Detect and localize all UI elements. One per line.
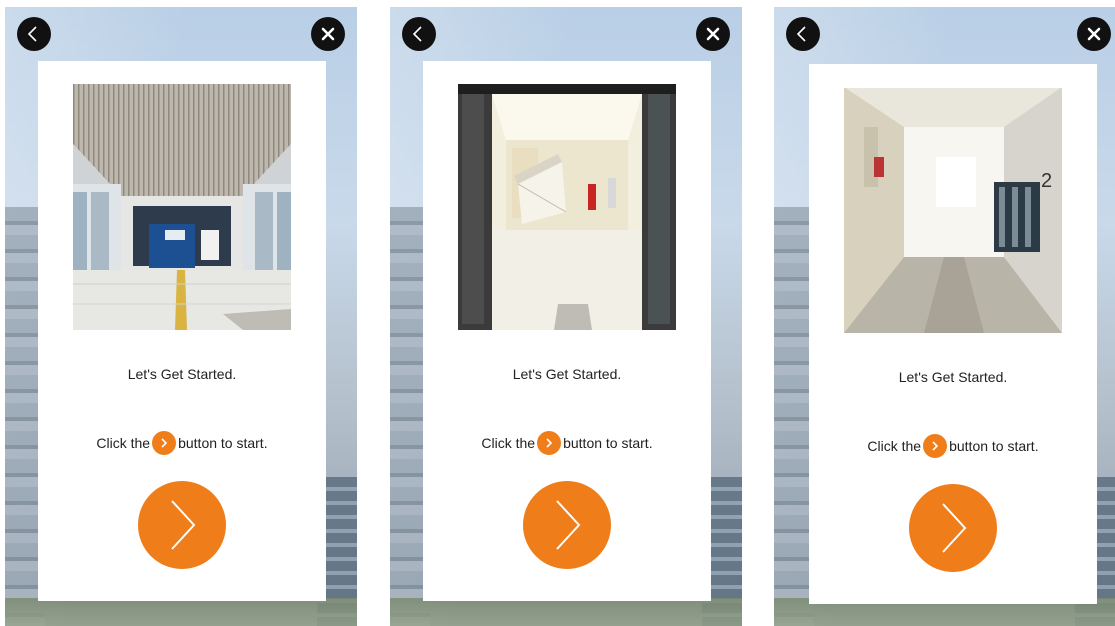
- app-screen-1: Let's Get Started. Click the button to s…: [5, 7, 357, 626]
- back-button[interactable]: [786, 17, 820, 51]
- start-button[interactable]: [523, 481, 611, 569]
- back-button[interactable]: [17, 17, 51, 51]
- instruction-prefix: Click the: [867, 438, 922, 454]
- location-photo-corridor: 2: [844, 87, 1062, 333]
- back-chevron-icon: [27, 26, 37, 42]
- lobby-photo: [73, 84, 291, 330]
- elevator-photo: [458, 84, 676, 330]
- location-photo-lobby: [73, 84, 291, 330]
- inline-next-icon: [152, 431, 177, 455]
- inline-next-icon: [923, 434, 948, 458]
- svg-text:2: 2: [1041, 170, 1052, 192]
- close-button[interactable]: [311, 17, 345, 51]
- chevron-right-icon: [942, 503, 967, 553]
- instruction-suffix: button to start.: [178, 435, 268, 451]
- chevron-right-icon: [171, 500, 196, 550]
- instruction-prefix: Click the: [481, 435, 536, 451]
- close-x-icon: [321, 27, 335, 41]
- intro-card: Let's Get Started. Click the button to s…: [423, 61, 711, 601]
- instruction-text: Click the button to start.: [423, 431, 711, 455]
- app-screen-3: 2 Let's Get Started. Click the button to…: [774, 7, 1115, 626]
- card-title: Let's Get Started.: [898, 369, 1008, 385]
- instruction-suffix: button to start.: [949, 438, 1039, 454]
- app-screen-2: Let's Get Started. Click the button to s…: [390, 7, 742, 626]
- start-button[interactable]: [909, 484, 997, 572]
- intro-card: Let's Get Started. Click the button to s…: [38, 61, 326, 601]
- background-ground: [5, 598, 357, 626]
- start-button[interactable]: [138, 481, 226, 569]
- back-chevron-icon: [796, 26, 806, 42]
- instruction-suffix: button to start.: [563, 435, 653, 451]
- corridor-photo: 2: [844, 87, 1062, 333]
- back-chevron-icon: [412, 26, 422, 42]
- close-button[interactable]: [1077, 17, 1111, 51]
- instruction-text: Click the button to start.: [809, 434, 1097, 458]
- close-button[interactable]: [696, 17, 730, 51]
- close-x-icon: [706, 27, 720, 41]
- location-photo-elevator: [458, 84, 676, 330]
- intro-card: 2 Let's Get Started. Click the button to…: [809, 64, 1097, 604]
- close-x-icon: [1087, 27, 1101, 41]
- instruction-text: Click the button to start.: [38, 431, 326, 455]
- instruction-prefix: Click the: [96, 435, 151, 451]
- background-ground: [390, 598, 742, 626]
- background-building-left: [774, 207, 814, 626]
- chevron-right-icon: [556, 500, 581, 550]
- card-title: Let's Get Started.: [512, 366, 622, 382]
- inline-next-icon: [537, 431, 562, 455]
- back-button[interactable]: [402, 17, 436, 51]
- card-title: Let's Get Started.: [127, 366, 237, 382]
